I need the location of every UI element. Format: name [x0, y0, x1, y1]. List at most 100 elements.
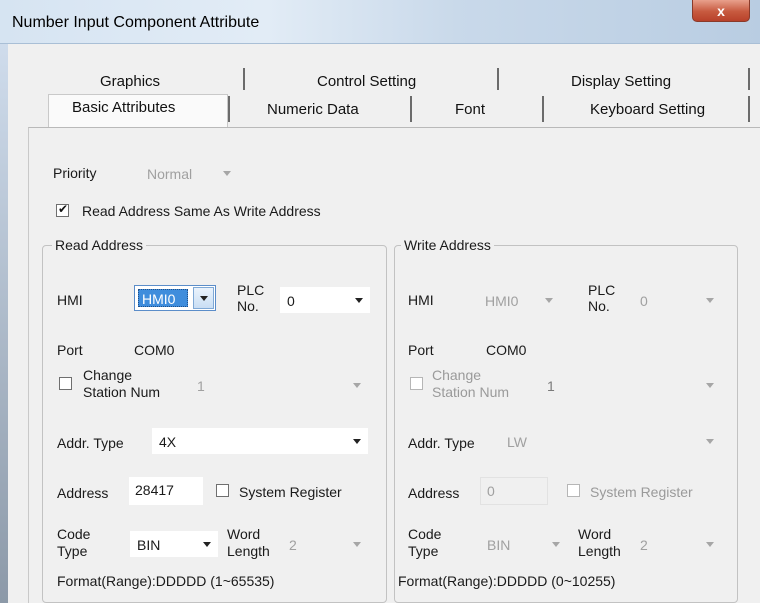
checkmark-icon: ✔ [58, 202, 69, 216]
write-hmi-dropdown[interactable]: HMI0 [478, 287, 560, 313]
read-word-length-label-line2: Length [227, 543, 270, 559]
write-station-dropdown[interactable]: 1 [540, 372, 721, 398]
close-button[interactable]: x [692, 0, 750, 22]
chevron-down-icon [706, 542, 714, 547]
read-address-value: 28417 [135, 482, 174, 498]
chevron-down-icon [353, 383, 361, 388]
write-plc-label-line1: PLC [588, 282, 616, 298]
write-code-type-value: BIN [487, 537, 511, 553]
write-system-register-checkbox[interactable] [567, 484, 580, 497]
read-system-register-checkbox[interactable] [216, 484, 229, 497]
tab-separator [748, 96, 750, 122]
write-plc-dropdown[interactable]: 0 [633, 287, 721, 313]
chevron-down-icon [706, 298, 714, 303]
read-word-length-dropdown[interactable]: 2 [282, 531, 368, 557]
write-code-type-label-line2: Type [408, 543, 439, 559]
write-system-register-label: System Register [590, 484, 693, 500]
chevron-down-icon [353, 542, 361, 547]
read-address-label: Address [57, 485, 109, 501]
priority-label: Priority [53, 165, 97, 181]
read-plc-label-line2: No. [237, 298, 259, 314]
same-address-checkbox[interactable]: ✔ [56, 202, 69, 217]
tab-keyboard-setting[interactable]: Keyboard Setting [590, 101, 705, 118]
write-port-value: COM0 [486, 342, 527, 358]
read-addr-type-label: Addr. Type [57, 435, 124, 451]
write-hmi-label: HMI [408, 292, 434, 308]
chevron-down-icon [355, 298, 363, 303]
tab-control-setting[interactable]: Control Setting [317, 73, 416, 90]
read-station-label-line1: Change [83, 367, 133, 383]
tab-font[interactable]: Font [455, 101, 485, 118]
write-address-input[interactable]: 0 [480, 477, 548, 505]
write-word-length-label-line2: Length [578, 543, 621, 559]
title-bar: Number Input Component Attribute x [0, 0, 760, 44]
write-port-label: Port [408, 342, 434, 358]
read-code-type-label-line2: Type [57, 543, 88, 559]
read-port-label: Port [57, 342, 83, 358]
write-plc-value: 0 [640, 293, 648, 309]
tab-separator [410, 96, 412, 122]
read-plc-dropdown[interactable]: 0 [280, 287, 370, 313]
tab-display-setting[interactable]: Display Setting [571, 73, 671, 90]
read-hmi-label: HMI [57, 292, 83, 308]
tab-numeric-data[interactable]: Numeric Data [267, 101, 359, 118]
chevron-down-icon [706, 439, 714, 444]
write-addr-type-value: LW [507, 434, 527, 450]
tab-separator [228, 96, 230, 122]
write-station-value: 1 [547, 378, 555, 394]
read-code-type-dropdown[interactable]: BIN [130, 531, 218, 557]
read-system-register-label: System Register [239, 484, 342, 500]
write-address-label: Address [408, 485, 460, 501]
write-word-length-label-line1: Word [578, 526, 612, 542]
write-code-type-dropdown[interactable]: BIN [480, 531, 567, 557]
chevron-down-icon [552, 542, 560, 547]
tab-separator [748, 68, 750, 90]
write-change-station-checkbox[interactable] [410, 377, 423, 390]
read-station-value: 1 [197, 378, 205, 394]
close-icon: x [717, 2, 725, 19]
read-addr-type-dropdown[interactable]: 4X [152, 428, 368, 454]
window-left-edge [0, 44, 8, 603]
chevron-down-icon [353, 439, 361, 444]
write-word-length-value: 2 [640, 537, 648, 553]
read-code-type-value: BIN [137, 537, 161, 553]
write-addr-type-dropdown[interactable]: LW [500, 428, 721, 454]
read-address-title: Read Address [52, 237, 146, 253]
chevron-down-icon [203, 542, 211, 547]
read-format-range: Format(Range):DDDDD (1~65535) [57, 573, 275, 589]
read-hmi-dropdown[interactable]: HMI0 [134, 285, 216, 311]
read-addr-type-value: 4X [159, 434, 177, 450]
write-address-value: 0 [487, 483, 495, 499]
tab-separator [542, 96, 544, 122]
read-address-input[interactable]: 28417 [129, 477, 203, 505]
write-format-range: Format(Range):DDDDD (0~10255) [398, 573, 616, 589]
priority-dropdown[interactable]: Normal [140, 160, 236, 186]
same-address-label: Read Address Same As Write Address [82, 203, 321, 219]
tab-separator [243, 68, 245, 90]
read-plc-label-line1: PLC [237, 282, 265, 298]
priority-value: Normal [147, 166, 193, 182]
tab-basic-attributes[interactable]: Basic Attributes [72, 99, 175, 116]
write-word-length-dropdown[interactable]: 2 [633, 531, 721, 557]
read-plc-value: 0 [287, 293, 295, 309]
tab-graphics[interactable]: Graphics [100, 73, 160, 90]
read-word-length-label-line1: Word [227, 526, 261, 542]
window-title: Number Input Component Attribute [12, 14, 260, 31]
tab-separator [497, 68, 499, 90]
read-port-value: COM0 [134, 342, 175, 358]
write-station-label-line2: Station Num [432, 384, 510, 400]
write-code-type-label-line1: Code [408, 526, 442, 542]
write-station-label-line1: Change [432, 367, 482, 383]
chevron-down-icon [200, 296, 208, 301]
read-station-dropdown[interactable]: 1 [190, 372, 368, 398]
read-hmi-dropdown-button[interactable] [193, 287, 214, 309]
write-address-title: Write Address [401, 237, 494, 253]
read-code-type-label-line1: Code [57, 526, 91, 542]
chevron-down-icon [706, 383, 714, 388]
chevron-down-icon [545, 298, 553, 303]
read-station-label-line2: Station Num [83, 384, 161, 400]
read-change-station-checkbox[interactable] [59, 377, 72, 390]
write-plc-label-line2: No. [588, 298, 610, 314]
read-hmi-value: HMI0 [138, 289, 188, 307]
read-word-length-value: 2 [289, 537, 297, 553]
